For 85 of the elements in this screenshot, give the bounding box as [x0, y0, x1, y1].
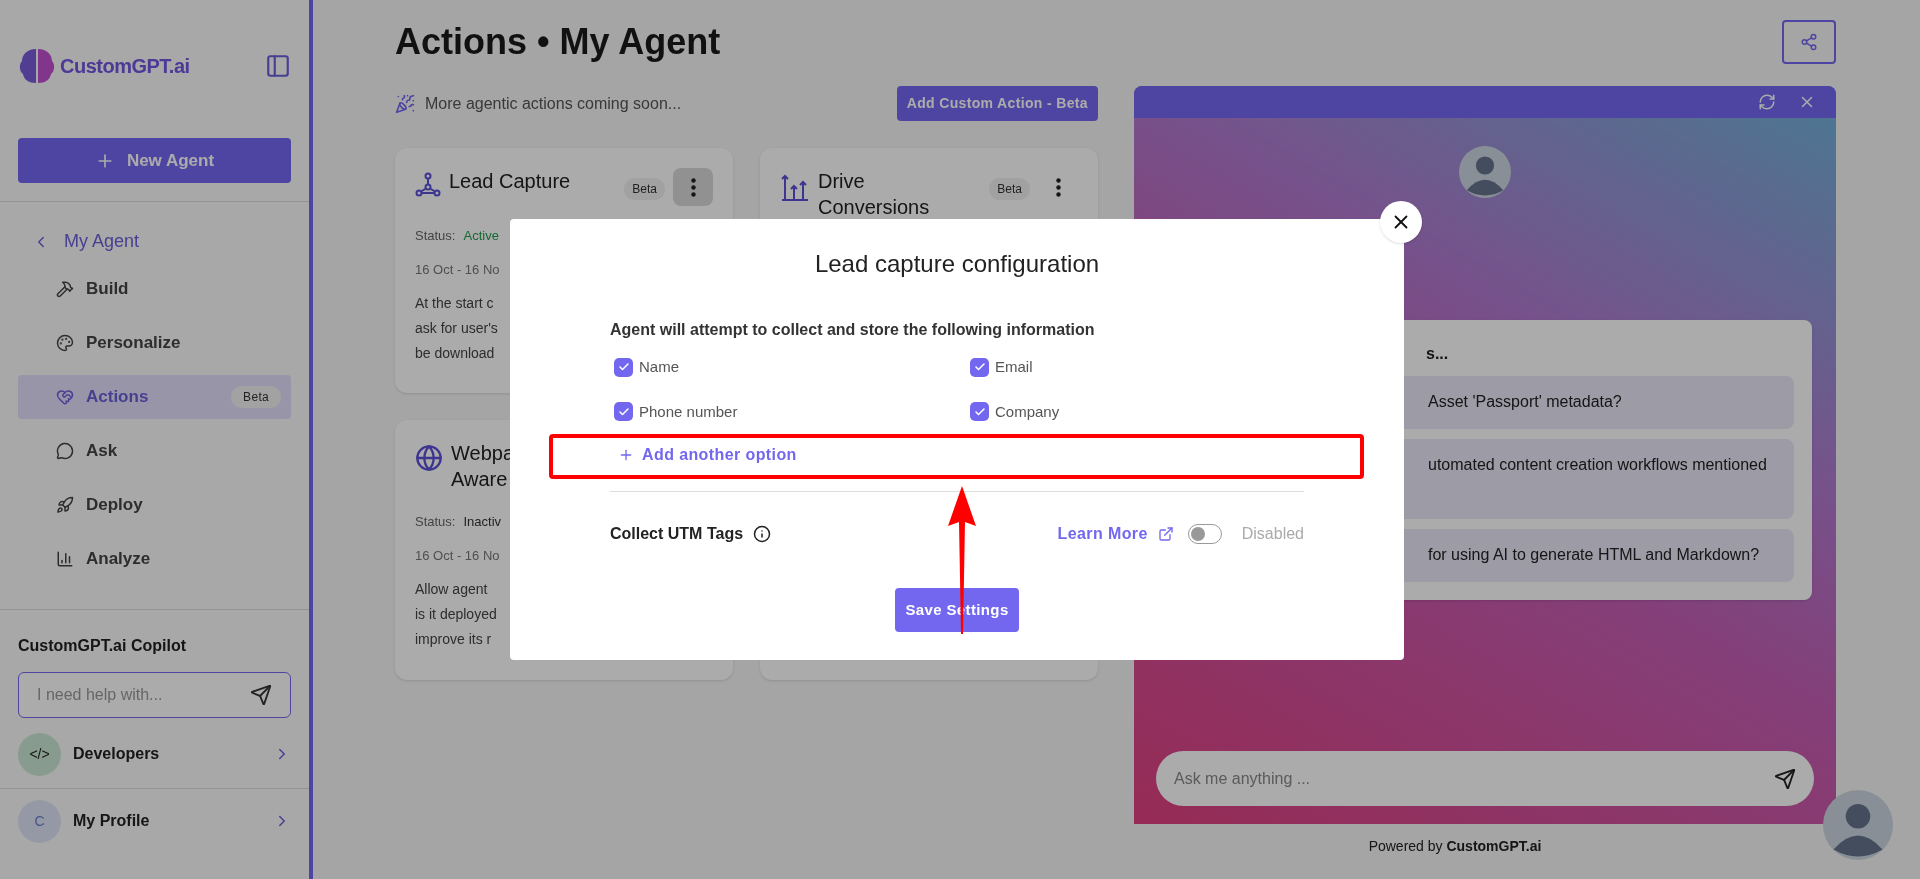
chat-bubble-icon: [56, 442, 74, 460]
beta-badge: Beta: [989, 178, 1030, 200]
hammer-icon: [56, 280, 74, 298]
share-button[interactable]: [1782, 20, 1836, 64]
more-icon: [690, 177, 696, 197]
avatar: [1459, 146, 1511, 198]
field-checkbox[interactable]: Email: [966, 356, 1033, 379]
check-icon: [973, 405, 986, 418]
plus-icon: [618, 447, 634, 463]
rising-arrows-icon: [780, 172, 810, 202]
card-description: At the start c: [415, 294, 494, 313]
learn-more-link[interactable]: Learn More: [1057, 522, 1148, 546]
nodes-icon: [415, 172, 441, 198]
rocket-icon: [56, 496, 74, 514]
copilot-input[interactable]: I need help with...: [37, 683, 250, 707]
chat-input[interactable]: Ask me anything ...: [1174, 766, 1774, 791]
status-value: Active: [463, 227, 499, 245]
beta-badge: Beta: [624, 178, 665, 200]
field-checkbox[interactable]: Name: [610, 356, 679, 379]
checkbox[interactable]: [970, 402, 989, 422]
palette-icon: [56, 334, 74, 352]
profile-link[interactable]: C My Profile: [18, 799, 291, 843]
notice-text: More agentic actions coming soon...: [425, 93, 682, 114]
dialog-title: Lead capture configuration: [813, 249, 1101, 279]
add-custom-action-button[interactable]: Add Custom Action - Beta: [896, 86, 1098, 121]
nav-item[interactable]: Build: [18, 267, 291, 311]
party-popper-icon: [395, 93, 415, 114]
status-label: Status:: [415, 513, 456, 531]
card-title: Conversions: [818, 195, 930, 220]
card-description: is it deployed: [415, 605, 497, 624]
beta-badge: Beta: [231, 386, 281, 408]
utm-toggle[interactable]: [1187, 524, 1222, 544]
card-title: Drive: [818, 169, 865, 194]
card-description: ask for user's: [415, 319, 498, 338]
more-icon: [1055, 177, 1061, 197]
check-icon: [617, 405, 630, 418]
link-label: My Profile: [73, 811, 151, 831]
nav-item[interactable]: Actions Beta: [18, 375, 291, 419]
refresh-icon[interactable]: [1758, 93, 1776, 111]
chat-field[interactable]: Ask me anything ...: [1156, 751, 1814, 806]
utm-label: Collect UTM Tags: [610, 524, 744, 544]
profile-link[interactable]: </> Developers: [18, 732, 291, 776]
share-icon: [1800, 33, 1818, 51]
suggestions-title: s...: [1425, 344, 1450, 364]
status-label: Status:: [415, 227, 456, 245]
card-title: Aware: [451, 467, 508, 492]
copilot-field[interactable]: I need help with...: [18, 672, 291, 718]
more-button[interactable]: [673, 168, 713, 206]
back-link[interactable]: My Agent: [32, 228, 140, 255]
dialog-intro: Agent will attempt to collect and store the following information: [610, 320, 1096, 340]
date-range: 16 Oct - 16 No: [415, 546, 500, 565]
checkbox[interactable]: [970, 357, 989, 377]
info-icon[interactable]: [753, 525, 772, 543]
nav-item[interactable]: Analyze: [18, 537, 291, 581]
new-agent-button[interactable]: New Agent: [18, 138, 291, 183]
field-checkbox[interactable]: Phone number: [610, 400, 738, 423]
logo-text: CustomGPT.ai: [60, 54, 190, 79]
link-avatar: </>: [18, 732, 61, 776]
checkbox[interactable]: [614, 402, 633, 422]
send-icon[interactable]: [250, 684, 272, 706]
date-range: 16 Oct - 16 No: [415, 260, 500, 279]
card-title: Lead Capture: [449, 169, 571, 194]
page-title: Actions • My Agent: [395, 20, 721, 64]
globe-icon: [415, 444, 443, 472]
nav-item[interactable]: Personalize: [18, 321, 291, 365]
card-description: improve its r: [415, 630, 492, 649]
avatar: [1823, 790, 1893, 860]
send-icon[interactable]: [1774, 767, 1796, 790]
field-checkbox[interactable]: Company: [966, 400, 1060, 423]
checkbox[interactable]: [614, 357, 633, 377]
bar-chart-icon: [56, 550, 74, 568]
card-description: be download: [415, 344, 495, 363]
nav-item[interactable]: Ask: [18, 429, 291, 473]
external-link-icon[interactable]: [1157, 526, 1174, 542]
copilot-title: CustomGPT.ai Copilot: [17, 636, 187, 656]
powered-by: Powered by CustomGPT.ai: [1368, 837, 1542, 856]
sidebar-toggle-icon[interactable]: [265, 53, 291, 79]
add-option-button[interactable]: Add another option: [618, 443, 797, 467]
link-avatar: C: [18, 799, 61, 843]
nav-item[interactable]: Deploy: [18, 483, 291, 527]
card-description: Allow agent: [415, 580, 488, 599]
brain-logo-icon: [18, 46, 56, 86]
heart-handshake-icon: [56, 388, 74, 406]
link-label: Developers: [73, 744, 161, 764]
status-value: Inactiv: [463, 513, 502, 531]
